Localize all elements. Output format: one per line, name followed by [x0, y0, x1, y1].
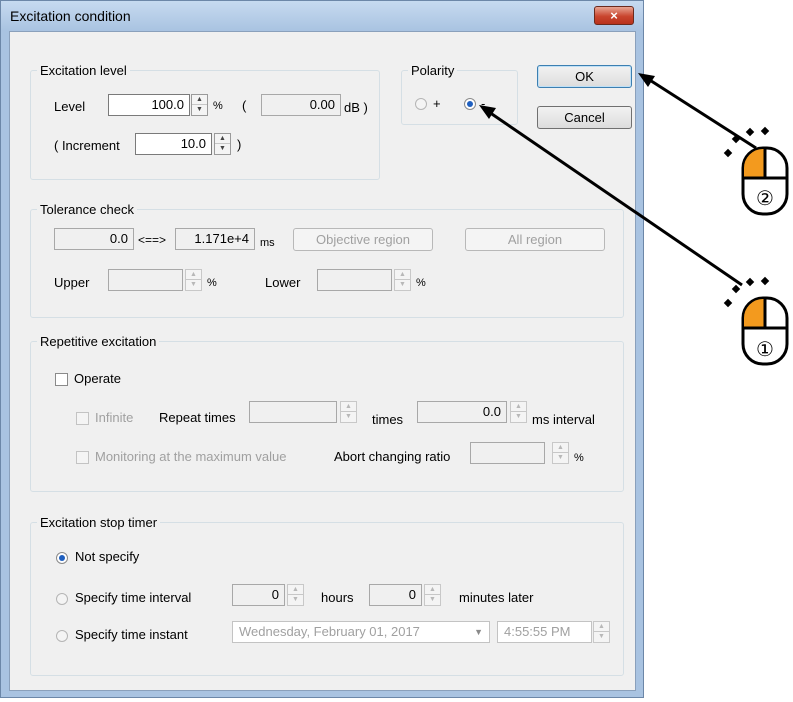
annotation-overlay: ② ①: [479, 73, 789, 366]
arrow-to-polarity: [479, 105, 743, 287]
mouse-icon-step-2: ②: [723, 126, 789, 216]
arrow-to-ok: [638, 73, 757, 150]
step-2-label: ②: [756, 186, 774, 210]
mouse-icon-step-1: ①: [723, 276, 789, 366]
step-1-label: ①: [756, 337, 774, 361]
